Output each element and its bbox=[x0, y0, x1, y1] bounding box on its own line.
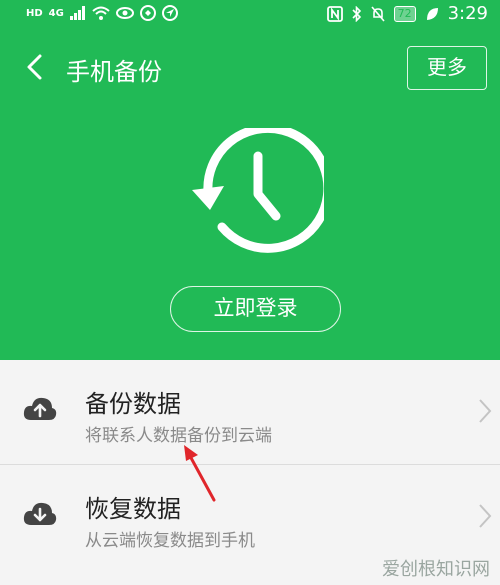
location-icon bbox=[161, 5, 178, 21]
status-right: 72 3:29 bbox=[326, 3, 488, 24]
chevron-right-icon bbox=[479, 399, 492, 423]
battery-indicator: 72 bbox=[393, 5, 416, 22]
page-title: 手机备份 bbox=[66, 58, 162, 86]
wifi-icon bbox=[92, 6, 110, 20]
sync-icon bbox=[139, 5, 156, 21]
back-button[interactable] bbox=[20, 52, 50, 82]
more-button[interactable]: 更多 bbox=[407, 46, 487, 90]
watermark: 爱创根知识网 bbox=[382, 559, 490, 580]
list-item-restore[interactable]: 恢复数据 从云端恢复数据到手机 bbox=[0, 464, 500, 569]
cloud-download-icon bbox=[23, 502, 57, 525]
item-title: 备份数据 bbox=[85, 390, 181, 418]
hd-indicator: HD bbox=[26, 7, 43, 19]
mute-bell-icon bbox=[370, 5, 385, 22]
status-time: 3:29 bbox=[447, 3, 488, 24]
item-title: 恢复数据 bbox=[85, 495, 181, 523]
network-type: 4G bbox=[48, 7, 64, 19]
eye-icon bbox=[115, 7, 134, 19]
history-clock-icon bbox=[192, 128, 324, 253]
status-bar: HD 4G 72 3:29 bbox=[0, 0, 500, 30]
leaf-icon bbox=[426, 7, 438, 20]
app-header: HD 4G 72 3:29 手机备份 更多 立即登录 bbox=[0, 0, 500, 360]
action-list: 备份数据 将联系人数据备份到云端 恢复数据 从云端恢复数据到手机 bbox=[0, 360, 500, 569]
login-button[interactable]: 立即登录 bbox=[170, 286, 341, 332]
list-item-backup[interactable]: 备份数据 将联系人数据备份到云端 bbox=[0, 360, 500, 464]
chevron-left-icon bbox=[27, 54, 42, 80]
item-subtitle: 从云端恢复数据到手机 bbox=[85, 531, 255, 551]
nfc-icon bbox=[326, 5, 343, 22]
status-left: HD 4G bbox=[26, 5, 178, 21]
bluetooth-icon bbox=[352, 5, 361, 22]
signal-icon bbox=[69, 6, 85, 20]
cloud-upload-icon bbox=[23, 397, 57, 420]
item-subtitle: 将联系人数据备份到云端 bbox=[85, 426, 272, 446]
chevron-right-icon bbox=[479, 504, 492, 528]
